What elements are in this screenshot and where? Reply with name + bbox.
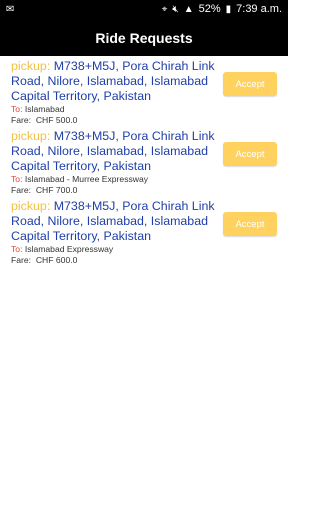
app-bar: Ride Requests [0, 19, 288, 56]
fare-label: Fare: [11, 255, 32, 265]
to-label: To: [11, 104, 23, 114]
accept-button[interactable]: Accept [223, 212, 277, 236]
destination: Islamabad Expressway [24, 244, 114, 254]
ride-request-item: pickup: M738+M5J, Pora Chirah Link Road,… [0, 196, 288, 266]
fare-value: CHF 500.0 [35, 115, 78, 125]
destination-line: To: Islamabad [11, 104, 288, 115]
destination: Islamabad - Murree Expressway [24, 174, 149, 184]
clock: 7:39 a.m. [236, 3, 282, 15]
pickup-line: pickup: M738+M5J, Pora Chirah Link Road,… [11, 59, 217, 104]
page-title: Ride Requests [95, 29, 193, 46]
fare-label: Fare: [11, 115, 32, 125]
ride-request-item: pickup: M738+M5J, Pora Chirah Link Road,… [0, 126, 288, 196]
fare-label: Fare: [11, 185, 32, 195]
mail-icon: ✉ [6, 4, 15, 15]
fare-value: CHF 700.0 [35, 185, 78, 195]
signal-icon: ▲ [183, 4, 194, 15]
destination-line: To: Islamabad - Murree Expressway [11, 174, 288, 185]
fare-line: Fare: CHF 600.0 [11, 255, 288, 266]
ride-request-item: pickup: M738+M5J, Pora Chirah Link Road,… [0, 56, 288, 126]
pickup-line: pickup: M738+M5J, Pora Chirah Link Road,… [11, 199, 217, 244]
location-icon: ⌖ [161, 4, 168, 15]
to-label: To: [11, 174, 23, 184]
accept-button[interactable]: Accept [223, 72, 277, 96]
destination: Islamabad [24, 104, 65, 114]
status-icons: ⌖ 🔇︎ ▲ 52% ▮ 7:39 a.m. [162, 0, 282, 19]
fare-line: Fare: CHF 500.0 [11, 115, 288, 126]
battery-icon: ▮ [225, 4, 232, 15]
ride-request-list: pickup: M738+M5J, Pora Chirah Link Road,… [0, 56, 288, 266]
accept-button[interactable]: Accept [223, 142, 277, 166]
pickup-label: pickup: [11, 129, 51, 143]
status-bar: ✉ ⌖ 🔇︎ ▲ 52% ▮ 7:39 a.m. [0, 0, 288, 19]
mute-icon: 🔇︎ [172, 4, 179, 15]
fare-value: CHF 600.0 [35, 255, 78, 265]
battery-percent: 52% [198, 3, 221, 15]
pickup-label: pickup: [11, 59, 51, 73]
fare-line: Fare: CHF 700.0 [11, 185, 288, 196]
to-label: To: [11, 244, 23, 254]
destination-line: To: Islamabad Expressway [11, 244, 288, 255]
pickup-label: pickup: [11, 199, 51, 213]
pickup-line: pickup: M738+M5J, Pora Chirah Link Road,… [11, 129, 217, 174]
